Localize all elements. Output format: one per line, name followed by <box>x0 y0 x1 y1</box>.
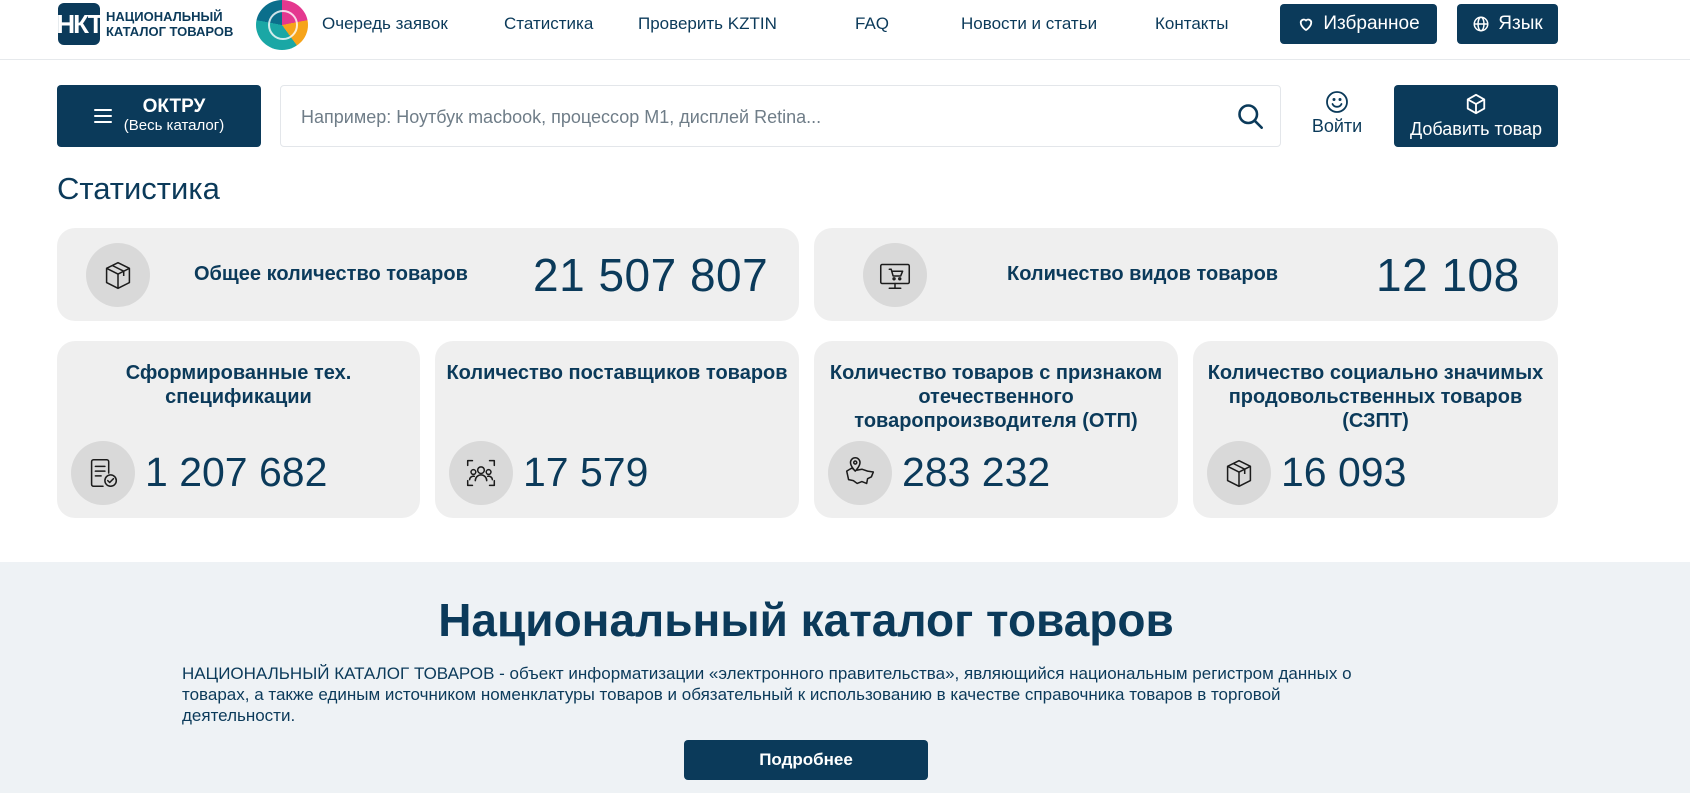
add-product-button[interactable]: Добавить товар <box>1394 85 1558 147</box>
catalog-title: ОКТРУ <box>142 96 206 117</box>
stat-card-total-products: Общее количество товаров 21 507 807 <box>57 228 799 321</box>
stat-card-suppliers: Количество поставщиков товаров 17 579 <box>435 341 799 518</box>
cube-icon <box>1466 93 1486 114</box>
domestic-producers-title: Количество товаров с признаком отечестве… <box>829 362 1163 432</box>
social-food-value: 16 093 <box>1281 449 1407 495</box>
favorites-label: Избранное <box>1323 13 1420 34</box>
stat-card-product-types: Количество видов товаров 12 108 <box>814 228 1558 321</box>
stat-card-social-food: Количество социально значимых продовольс… <box>1193 341 1558 518</box>
more-button[interactable]: Подробнее <box>684 740 928 780</box>
catalog-button[interactable]: ОКТРУ (Весь каталог) <box>57 85 261 147</box>
box-icon <box>1207 441 1271 505</box>
language-button[interactable]: Язык <box>1457 4 1558 44</box>
about-section: Национальный каталог товаров НАЦИОНАЛЬНЫ… <box>0 562 1690 793</box>
logo-line-1: НАЦИОНАЛЬНЫЙ <box>106 9 223 24</box>
suppliers-title: Количество поставщиков товаров <box>446 362 788 384</box>
globe-icon <box>1473 16 1489 32</box>
nav-item-statistics[interactable]: Статистика <box>504 14 593 34</box>
specifications-value: 1 207 682 <box>145 449 328 495</box>
heart-icon <box>1300 18 1313 31</box>
logo-line-2: КАТАЛОГ ТОВАРОВ <box>106 24 234 39</box>
total-products-value: 21 507 807 <box>533 249 769 301</box>
logo-mark: НКТ <box>56 3 104 45</box>
product-types-label: Количество видов товаров <box>1007 263 1279 285</box>
document-check-icon <box>71 441 135 505</box>
login-label: Войти <box>1311 116 1363 136</box>
domestic-producers-value: 283 232 <box>902 449 1051 495</box>
stat-card-specifications: Сформированные тех. спецификации 1 207 6… <box>57 341 420 518</box>
partner-logo[interactable] <box>256 0 308 50</box>
statistics-title: Статистика <box>57 171 220 206</box>
search-input[interactable] <box>301 102 1201 132</box>
smile-icon <box>1326 91 1348 113</box>
add-product-label: Добавить товар <box>1410 118 1542 139</box>
suppliers-value: 17 579 <box>523 449 649 495</box>
logo-text: НАЦИОНАЛЬНЫЙ КАТАЛОГ ТОВАРОВ <box>106 9 233 39</box>
top-navigation-bar: НКТ НАЦИОНАЛЬНЫЙ КАТАЛОГ ТОВАРОВ Очередь… <box>0 0 1690 60</box>
favorites-button[interactable]: Избранное <box>1280 4 1437 44</box>
nav-item-news[interactable]: Новости и статьи <box>961 14 1097 34</box>
stat-card-domestic-producers: Количество товаров с признаком отечестве… <box>814 341 1178 518</box>
login-button[interactable]: Войти <box>1305 90 1369 142</box>
map-pin-icon <box>828 441 892 505</box>
nav-item-queue[interactable]: Очередь заявок <box>322 14 448 34</box>
monitor-cart-icon <box>863 243 927 307</box>
catalog-subtitle: (Весь каталог) <box>123 117 225 134</box>
specifications-title: Сформированные тех. спецификации <box>125 362 352 408</box>
about-title: Национальный каталог товаров <box>438 594 1174 646</box>
social-food-title: Количество социально значимых продовольс… <box>1207 362 1544 432</box>
menu-icon <box>93 109 112 123</box>
product-types-value: 12 108 <box>1376 249 1520 301</box>
search-box <box>280 85 1281 147</box>
nav-item-check-kztin[interactable]: Проверить KZTIN <box>638 14 777 34</box>
nav-item-contacts[interactable]: Контакты <box>1155 14 1228 34</box>
language-label: Язык <box>1498 13 1543 34</box>
total-products-label: Общее количество товаров <box>194 263 468 285</box>
people-scan-icon <box>449 441 513 505</box>
nav-item-faq[interactable]: FAQ <box>855 14 889 34</box>
about-text: НАЦИОНАЛЬНЫЙ КАТАЛОГ ТОВАРОВ - объект ин… <box>182 664 1352 725</box>
search-icon[interactable] <box>1236 102 1264 130</box>
box-icon <box>86 243 150 307</box>
site-logo[interactable]: НКТ НАЦИОНАЛЬНЫЙ КАТАЛОГ ТОВАРОВ <box>56 2 233 46</box>
